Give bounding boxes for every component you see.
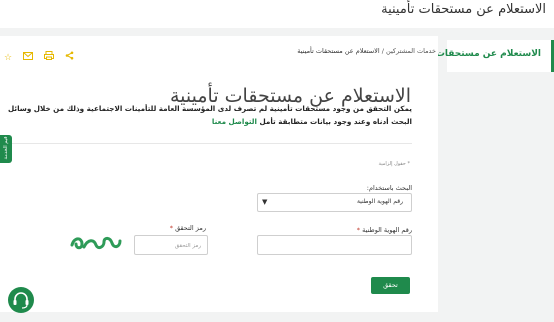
captcha-label-text: رمز التحقق [175,224,206,232]
chat-support-button[interactable] [8,287,34,313]
search-by-select[interactable]: رقم الهوية الوطنية ▼ [257,193,412,212]
chevron-down-icon: ▼ [262,198,268,206]
breadcrumb-current: الاستعلام عن مستحقات تأمينية [297,47,380,55]
required-fields-note: * حقول إلزامية [378,161,410,167]
description-text: يمكن التحقق من وجود مستحقات تأمينية لم ت… [7,104,412,126]
breadcrumb: خدمات المشتركين / الاستعلام عن مستحقات ت… [297,47,436,55]
star-icon[interactable]: ☆ [4,53,12,63]
national-id-label: رقم الهوية الوطنية * [357,226,412,234]
share-icon[interactable] [65,45,74,64]
national-id-label-text: رقم الهوية الوطنية [362,226,412,234]
search-by-label: البحث باستخدام: [366,184,412,192]
national-id-input[interactable] [257,235,412,255]
contact-us-link[interactable]: التواصل معنا [212,117,257,126]
captcha-image [70,236,122,250]
print-icon[interactable] [44,45,55,64]
share-toolbar: ☆ [4,45,80,63]
required-star: * [356,226,361,234]
rate-service-tab[interactable]: قيم الخدمة [0,135,12,163]
page-description: يمكن التحقق من وجود مستحقات تأمينية لم ت… [2,102,412,128]
captcha-label: رمز التحقق * [170,224,206,232]
window-title: الاستعلام عن مستحقات تأمينية [381,2,546,17]
chat-support-icon [13,292,29,309]
window-titlebar: الاستعلام عن مستحقات تأمينية [0,0,554,28]
search-by-value: رقم الهوية الوطنية [356,198,403,205]
rate-service-label: قيم الخدمة [3,136,9,160]
submit-button[interactable]: تحقق [371,277,410,294]
email-icon[interactable] [23,45,34,64]
sidebar-item-insurance-inquiry[interactable]: الاستعلام عن مستحقات تأمينية [404,40,554,72]
breadcrumb-separator: / [381,47,384,55]
captcha-input[interactable]: رمز التحقق [134,235,208,255]
captcha-placeholder: رمز التحقق [174,243,201,249]
required-star: * [169,224,173,232]
divider [12,143,412,144]
breadcrumb-parent-link[interactable]: خدمات المشتركين [386,47,436,55]
main-card [0,36,438,312]
